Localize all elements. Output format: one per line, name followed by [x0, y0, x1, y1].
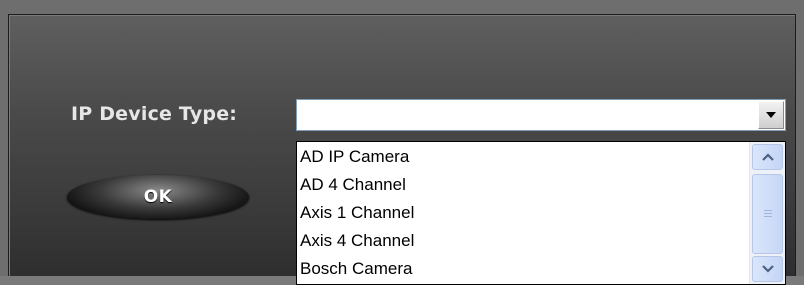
- chevron-down-icon: [761, 265, 774, 273]
- dropdown-option-ad-ip-camera[interactable]: AD IP Camera: [300, 143, 409, 171]
- scroll-thumb[interactable]: [752, 174, 783, 254]
- dropdown-scrollbar[interactable]: [749, 142, 785, 284]
- scroll-up-button[interactable]: [752, 144, 783, 170]
- chevron-down-icon: [766, 112, 776, 118]
- ip-device-type-label: IP Device Type:: [71, 103, 238, 125]
- chevron-up-icon: [761, 153, 774, 161]
- dropdown-toggle-button[interactable]: [758, 101, 784, 129]
- dropdown-option-axis-1-channel[interactable]: Axis 1 Channel: [300, 199, 414, 227]
- grip-icon: [763, 209, 772, 219]
- ok-button[interactable]: OK: [67, 175, 249, 219]
- scroll-down-button[interactable]: [752, 256, 783, 282]
- dialog-frame: IP Device Type: OK AD IP Camera AD 4 Cha…: [0, 0, 804, 285]
- dropdown-option-bosch-camera[interactable]: Bosch Camera: [300, 255, 412, 283]
- dialog-panel: IP Device Type: OK AD IP Camera AD 4 Cha…: [8, 14, 796, 285]
- dropdown-option-axis-4-channel[interactable]: Axis 4 Channel: [300, 227, 414, 255]
- ip-device-type-select[interactable]: [296, 99, 786, 131]
- ok-button-label: OK: [143, 187, 173, 207]
- dropdown-options: AD IP Camera AD 4 Channel Axis 1 Channel…: [297, 142, 749, 284]
- dropdown-option-ad-4-channel[interactable]: AD 4 Channel: [300, 171, 406, 199]
- ip-device-type-dropdown-list: AD IP Camera AD 4 Channel Axis 1 Channel…: [296, 141, 786, 285]
